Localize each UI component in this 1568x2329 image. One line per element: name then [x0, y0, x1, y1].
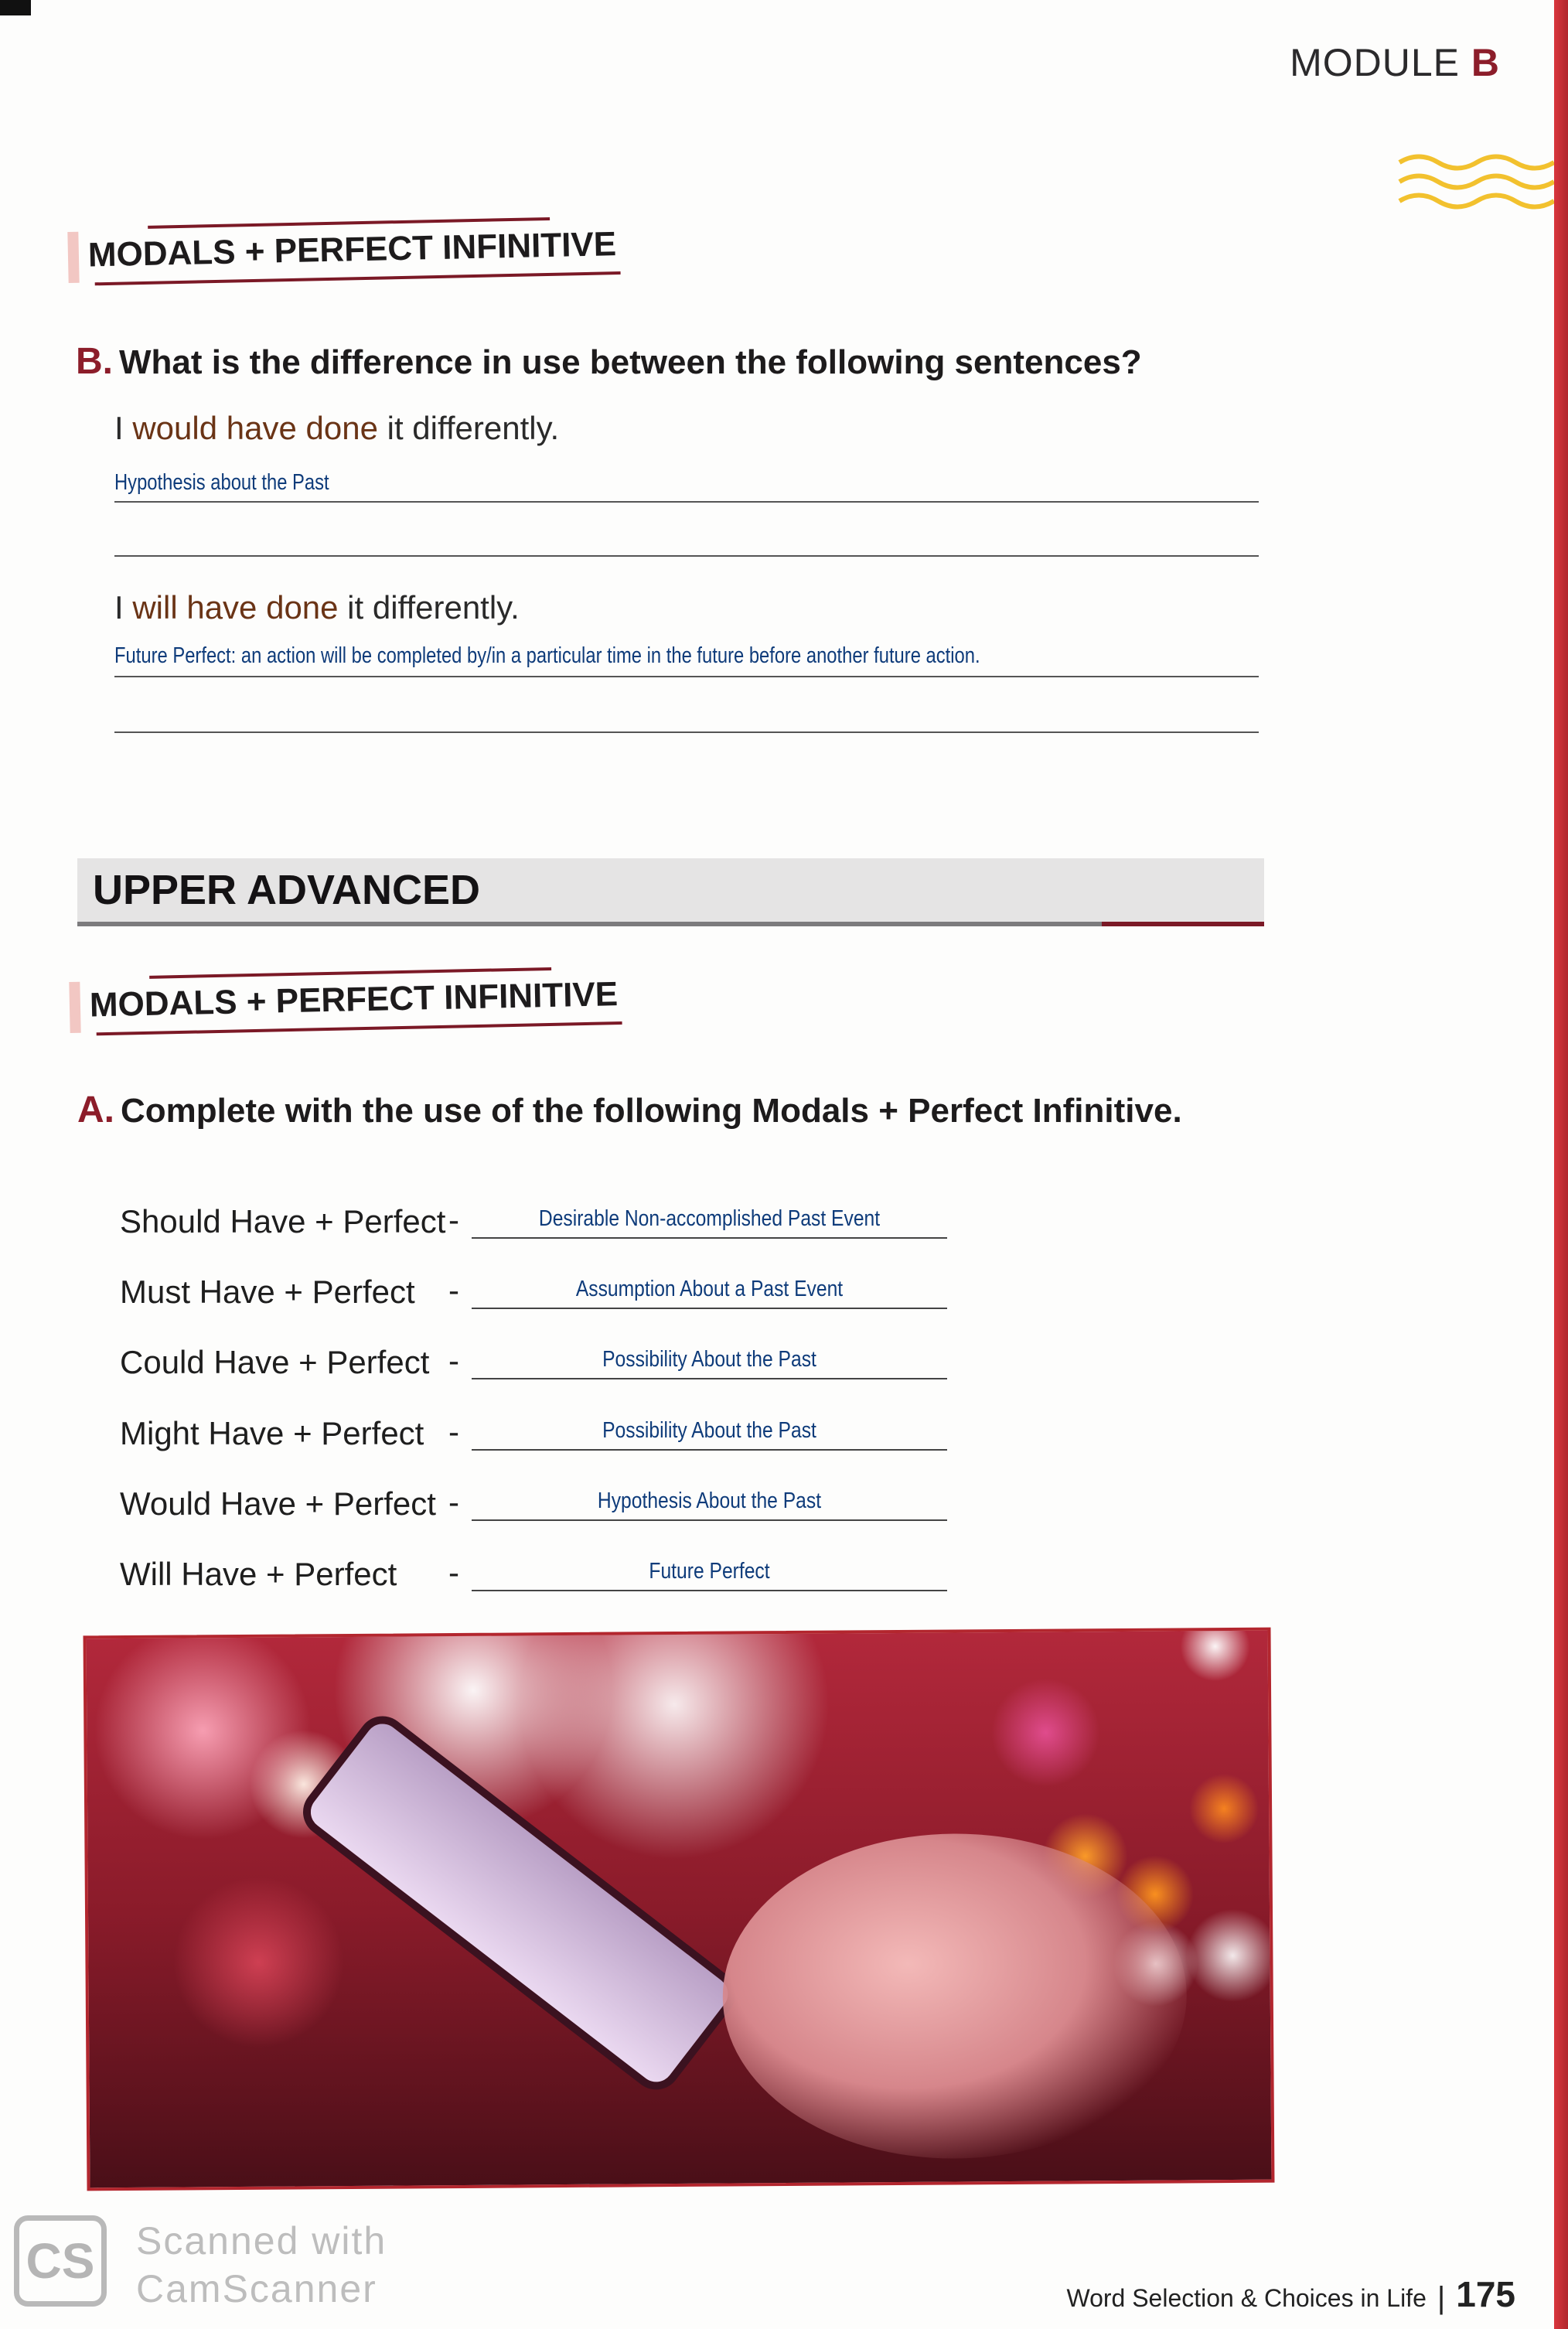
section-title-modals-b: MODALS + PERFECT INFINITIVE: [67, 217, 626, 286]
question-text: Complete with the use of the following M…: [121, 1092, 1182, 1130]
watermark-line-1: Scanned with: [136, 2219, 387, 2263]
sentence-modal: would have done: [132, 410, 378, 446]
book-title: Word Selection & Choices in Life: [1066, 2284, 1427, 2312]
sentence-suffix: it differently.: [338, 589, 520, 626]
banner-accent: [1102, 922, 1264, 926]
modal-label: Could Have + Perfect: [120, 1344, 430, 1380]
phone-image: [304, 1717, 735, 2089]
sentence-prefix: I: [114, 410, 133, 446]
modal-row-might: Might Have + Perfect - Possibility About…: [120, 1412, 955, 1458]
row-dash: -: [448, 1202, 459, 1238]
handwritten-answer: Possibility About the Past: [602, 1347, 816, 1372]
handwritten-answer: Assumption About a Past Event: [575, 1277, 844, 1301]
row-dash: -: [448, 1272, 459, 1308]
hand-image: [721, 1832, 1188, 2160]
module-letter: B: [1471, 41, 1500, 84]
modal-row-would: Would Have + Perfect - Hypothesis About …: [120, 1482, 955, 1529]
handwritten-answer-2: Future Perfect: an action will be comple…: [114, 643, 980, 668]
page-edge-red: [1554, 0, 1568, 2329]
answer-line: [472, 1449, 947, 1451]
watermark-text: Scanned with CamScanner: [136, 2217, 387, 2313]
smartphone-bokeh-photo: [83, 1627, 1275, 2191]
section-title-text: MODALS + PERFECT INFINITIVE: [87, 225, 617, 275]
title-bar-bottom: [96, 1021, 622, 1036]
question-letter: A.: [77, 1089, 114, 1130]
question-text: What is the difference in use between th…: [119, 343, 1142, 381]
title-bar-bottom: [94, 271, 621, 286]
module-header: MODULE B: [1290, 40, 1500, 85]
camscanner-logo-icon: CS: [14, 2215, 107, 2307]
watermark-line-2: CamScanner: [136, 2267, 377, 2310]
decorative-waves-icon: [1398, 154, 1554, 210]
modal-row-should: Should Have + Perfect - Desirable Non-ac…: [120, 1200, 955, 1246]
modal-label: Would Have + Perfect: [120, 1485, 436, 1522]
page-footer: Word Selection & Choices in Life | 175: [1066, 2273, 1515, 2316]
handwritten-answer: Future Perfect: [649, 1559, 770, 1584]
module-word: MODULE: [1290, 41, 1460, 84]
handwritten-answer: Hypothesis About the Past: [597, 1488, 822, 1513]
sentence-1: I would have done it differently.: [114, 410, 559, 447]
row-dash: -: [448, 1484, 459, 1520]
textbook-page: MODULE B MODALS + PERFECT INFINITIVE B. W…: [0, 0, 1554, 2329]
sentence-suffix: it differently.: [377, 410, 560, 446]
sentence-modal: will have done: [132, 589, 339, 626]
question-a: A. Complete with the use of the following…: [77, 1089, 1182, 1131]
answer-line: [472, 1237, 947, 1239]
modal-label: Should Have + Perfect: [120, 1203, 446, 1240]
answer-line: [472, 1378, 947, 1379]
answer-line: [472, 1590, 947, 1591]
sentence-prefix: I: [114, 589, 133, 626]
answer-line: [114, 555, 1259, 557]
section-title-modals-a: MODALS + PERFECT INFINITIVE: [69, 967, 628, 1036]
answer-line: [472, 1308, 947, 1309]
upper-advanced-banner: UPPER ADVANCED: [77, 858, 1264, 926]
question-letter: B.: [76, 341, 113, 382]
modal-row-will: Will Have + Perfect - Future Perfect: [120, 1553, 955, 1599]
page-number: 175: [1456, 2274, 1515, 2314]
row-dash: -: [448, 1413, 459, 1450]
section-title-text: MODALS + PERFECT INFINITIVE: [89, 975, 619, 1025]
modal-label: Will Have + Perfect: [120, 1556, 397, 1592]
modal-row-could: Could Have + Perfect - Possibility About…: [120, 1341, 955, 1387]
row-dash: -: [448, 1554, 459, 1591]
handwritten-answer-1: Hypothesis about the Past: [114, 470, 329, 495]
scan-corner-shadow: [0, 0, 31, 15]
modal-label: Must Have + Perfect: [120, 1274, 415, 1310]
answer-line: [472, 1519, 947, 1521]
footer-divider: |: [1437, 2281, 1446, 2315]
sentence-2: I will have done it differently.: [114, 589, 520, 626]
answer-line: [114, 501, 1259, 503]
answer-line: [114, 676, 1259, 677]
row-dash: -: [448, 1342, 459, 1379]
upper-advanced-label: UPPER ADVANCED: [93, 867, 481, 913]
modal-row-must: Must Have + Perfect - Assumption About a…: [120, 1270, 955, 1317]
answer-line: [114, 731, 1259, 733]
question-b: B. What is the difference in use between …: [76, 340, 1142, 383]
modal-label: Might Have + Perfect: [120, 1415, 424, 1451]
handwritten-answer: Possibility About the Past: [602, 1418, 816, 1443]
handwritten-answer: Desirable Non-accomplished Past Event: [538, 1206, 881, 1231]
camscanner-watermark: CS Scanned with CamScanner: [14, 2215, 416, 2310]
